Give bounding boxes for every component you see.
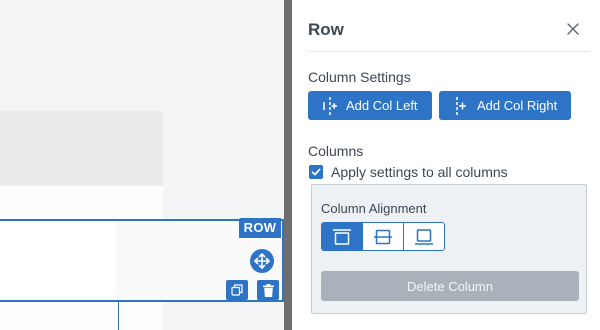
apply-all-option: Apply settings to all columns <box>309 164 508 180</box>
row-badge: ROW <box>239 218 281 238</box>
add-column-right-icon <box>456 96 466 115</box>
column-options-box: Column Alignment Delete Column <box>311 184 587 314</box>
row-column-cell[interactable] <box>0 221 116 300</box>
add-col-right-button[interactable]: Add Col Right <box>439 91 571 120</box>
trash-icon[interactable] <box>257 280 279 300</box>
add-col-left-button[interactable]: Add Col Left <box>308 91 432 120</box>
editor-canvas: ROW <box>0 0 284 330</box>
add-col-right-label: Add Col Right <box>477 98 558 113</box>
panel-resize-handle[interactable] <box>284 0 292 330</box>
add-column-left-icon <box>323 96 337 115</box>
columns-heading: Columns <box>308 143 364 159</box>
align-center-icon[interactable] <box>362 223 403 250</box>
delete-column-button[interactable]: Delete Column <box>321 271 579 301</box>
align-top-icon[interactable] <box>322 223 362 250</box>
content-section-gray <box>0 111 163 186</box>
header-divider <box>308 51 590 52</box>
settings-panel: Row Column Settings Add Col Left Add Col… <box>292 0 600 330</box>
close-icon[interactable] <box>564 20 582 38</box>
align-bottom-icon[interactable] <box>403 223 444 250</box>
apply-all-checkbox[interactable] <box>309 165 323 179</box>
column-divider-line <box>118 302 119 330</box>
column-alignment-heading: Column Alignment <box>321 201 427 216</box>
panel-title: Row <box>308 20 344 39</box>
column-alignment-toggle <box>321 222 445 251</box>
apply-all-label: Apply settings to all columns <box>331 164 508 180</box>
duplicate-icon[interactable] <box>226 280 248 300</box>
checkmark-icon <box>311 168 321 176</box>
column-settings-heading: Column Settings <box>308 69 411 85</box>
add-col-left-label: Add Col Left <box>346 98 418 113</box>
move-icon[interactable] <box>250 249 274 273</box>
